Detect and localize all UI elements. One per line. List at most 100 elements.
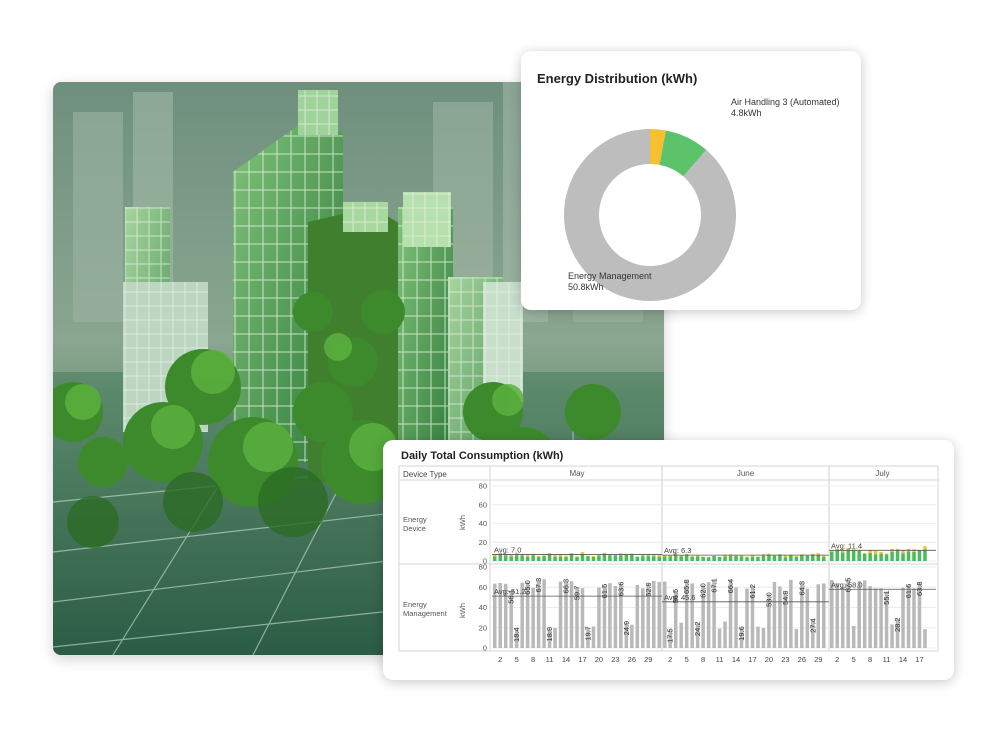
device-bar[interactable]	[912, 551, 916, 561]
device-bar[interactable]	[580, 553, 585, 561]
device-bar[interactable]	[630, 554, 634, 561]
device-bar[interactable]	[503, 555, 508, 561]
management-bar[interactable]	[840, 587, 845, 648]
management-bar[interactable]	[756, 626, 760, 648]
device-bar[interactable]	[734, 556, 738, 561]
device-bar-automated[interactable]	[879, 551, 883, 554]
device-bar[interactable]	[558, 556, 563, 561]
management-bar[interactable]	[531, 587, 535, 648]
device-bar[interactable]	[884, 554, 889, 561]
device-bar-automated[interactable]	[783, 555, 788, 558]
device-bar-automated[interactable]	[553, 554, 557, 557]
device-bar[interactable]	[789, 555, 793, 561]
device-bar[interactable]	[608, 555, 612, 561]
management-bar[interactable]	[635, 584, 640, 648]
device-bar[interactable]	[673, 555, 678, 561]
device-bar[interactable]	[668, 556, 672, 561]
device-bar[interactable]	[492, 556, 497, 561]
management-bar[interactable]	[829, 579, 834, 648]
device-bar[interactable]	[829, 551, 834, 561]
device-bar[interactable]	[701, 556, 705, 561]
management-bar[interactable]	[851, 625, 856, 648]
management-bar[interactable]	[679, 622, 683, 648]
device-bar[interactable]	[917, 550, 922, 561]
device-bar[interactable]	[862, 553, 867, 561]
management-bar[interactable]	[923, 629, 927, 648]
device-bar-automated[interactable]	[794, 556, 799, 557]
management-bar[interactable]	[608, 583, 612, 648]
device-bar-automated[interactable]	[745, 556, 749, 558]
device-bar[interactable]	[646, 555, 651, 561]
device-bar[interactable]	[602, 554, 607, 561]
device-bar-automated[interactable]	[580, 552, 585, 554]
device-bar[interactable]	[873, 554, 878, 561]
device-bar[interactable]	[794, 556, 799, 561]
device-bar-automated[interactable]	[668, 555, 672, 557]
device-bar-automated[interactable]	[657, 555, 662, 557]
device-bar-automated[interactable]	[525, 555, 530, 557]
device-bar[interactable]	[739, 556, 744, 561]
device-bar[interactable]	[816, 554, 821, 561]
device-bar[interactable]	[761, 555, 766, 561]
device-bar-automated[interactable]	[923, 546, 927, 550]
device-bar[interactable]	[695, 556, 700, 561]
device-bar[interactable]	[624, 554, 629, 561]
management-bar[interactable]	[822, 583, 826, 648]
management-bar[interactable]	[912, 588, 916, 648]
management-bar[interactable]	[816, 584, 821, 648]
device-bar[interactable]	[635, 556, 640, 561]
device-bar[interactable]	[591, 557, 596, 561]
device-bar-automated[interactable]	[564, 555, 568, 557]
device-bar-automated[interactable]	[816, 553, 821, 555]
management-bar[interactable]	[857, 581, 861, 648]
device-bar[interactable]	[531, 555, 535, 561]
management-bar[interactable]	[553, 627, 557, 648]
device-bar-automated[interactable]	[602, 552, 607, 555]
device-bar[interactable]	[783, 557, 788, 561]
management-bar[interactable]	[794, 628, 799, 648]
device-bar-automated[interactable]	[558, 554, 563, 557]
device-bar-automated[interactable]	[690, 556, 694, 557]
device-bar[interactable]	[745, 557, 749, 561]
device-bar[interactable]	[923, 549, 927, 561]
management-bar[interactable]	[868, 586, 872, 648]
device-bar-automated[interactable]	[739, 555, 744, 557]
device-bar-automated[interactable]	[873, 550, 878, 555]
device-bar[interactable]	[778, 554, 782, 561]
device-bar[interactable]	[514, 555, 519, 561]
device-bar[interactable]	[756, 556, 760, 561]
device-bar[interactable]	[835, 549, 839, 561]
device-bar[interactable]	[553, 556, 557, 561]
device-bar[interactable]	[564, 556, 568, 561]
management-bar[interactable]	[761, 628, 766, 648]
device-bar[interactable]	[684, 554, 689, 561]
device-bar-automated[interactable]	[569, 553, 574, 555]
device-bar[interactable]	[525, 556, 530, 561]
management-bar[interactable]	[772, 581, 777, 648]
management-bar[interactable]	[835, 583, 839, 648]
management-bar[interactable]	[657, 581, 662, 648]
device-bar[interactable]	[712, 555, 716, 561]
device-bar-automated[interactable]	[750, 555, 755, 557]
device-bar-automated[interactable]	[862, 552, 867, 554]
device-bar[interactable]	[772, 555, 777, 561]
device-bar[interactable]	[619, 555, 623, 561]
device-bar[interactable]	[750, 556, 755, 561]
device-bar[interactable]	[597, 555, 601, 561]
device-bar[interactable]	[652, 556, 656, 561]
device-bar-automated[interactable]	[591, 556, 596, 558]
device-bar[interactable]	[767, 555, 771, 561]
management-bar[interactable]	[862, 580, 867, 648]
device-bar[interactable]	[822, 556, 826, 561]
management-bar[interactable]	[873, 588, 878, 648]
device-bar[interactable]	[662, 556, 667, 561]
management-bar[interactable]	[652, 581, 656, 648]
device-bar[interactable]	[586, 556, 590, 561]
device-bar[interactable]	[840, 552, 845, 561]
device-bar[interactable]	[641, 556, 645, 561]
device-bar-automated[interactable]	[509, 554, 513, 557]
device-bar[interactable]	[679, 556, 683, 561]
device-bar-automated[interactable]	[536, 555, 541, 558]
management-bar[interactable]	[717, 628, 722, 648]
device-bar[interactable]	[509, 556, 513, 561]
